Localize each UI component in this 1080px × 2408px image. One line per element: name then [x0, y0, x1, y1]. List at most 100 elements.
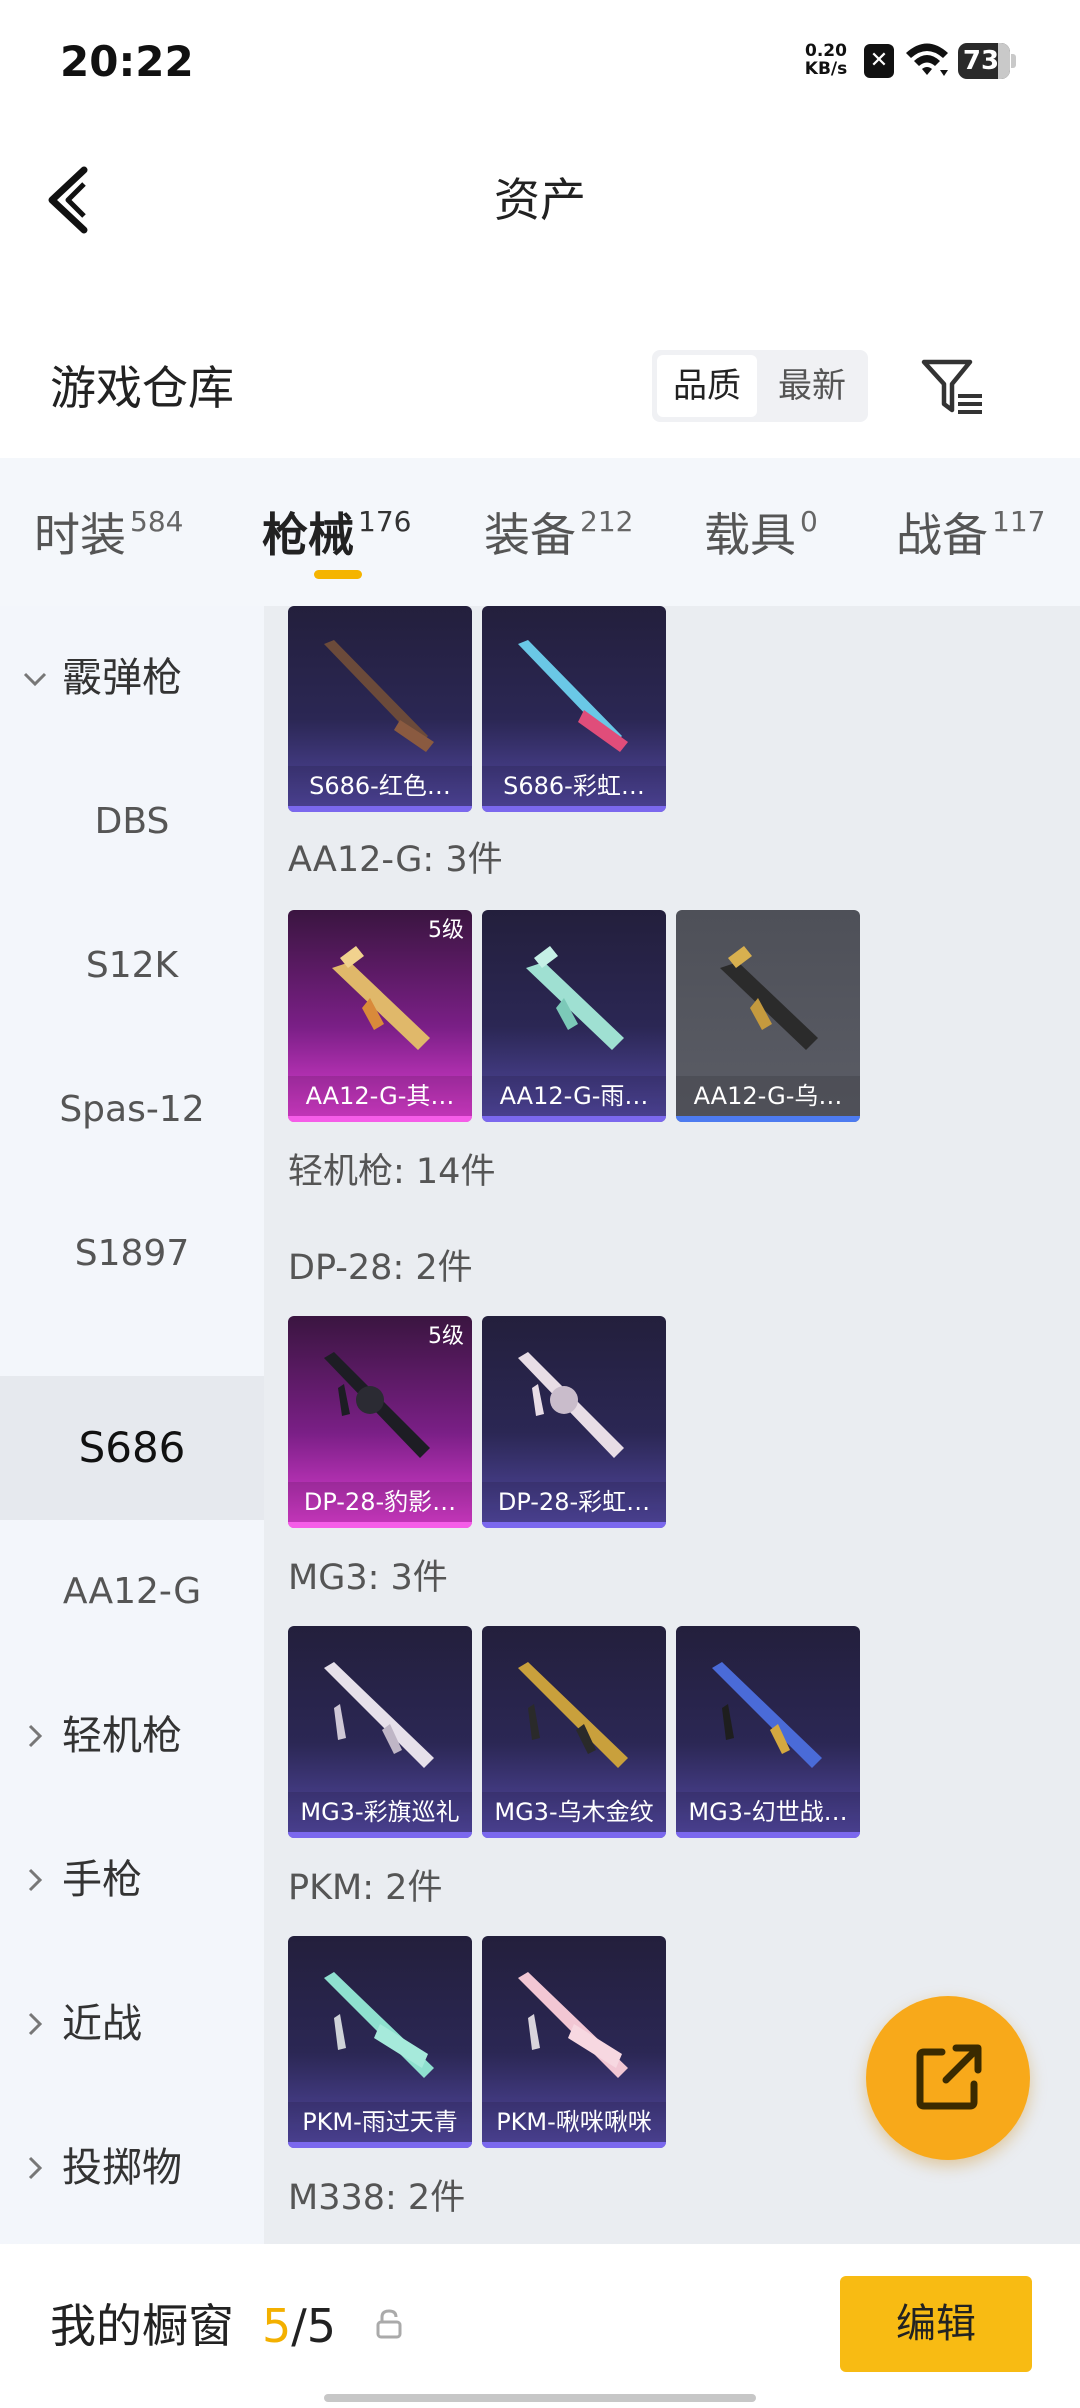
active-tab-indicator [314, 570, 362, 579]
sidebar-item-label: AA12-G [62, 1571, 202, 1612]
shotgun-image [518, 640, 628, 752]
machine-gun-image [518, 1972, 628, 2078]
skin-card[interactable]: DP-28-彩虹… [482, 1316, 666, 1528]
tab-vehicles[interactable]: 载具 0 [704, 500, 818, 570]
skin-card[interactable]: PKM-啾咪啾咪 [482, 1936, 666, 2148]
sidebar-item-label: 手枪 [62, 1857, 142, 1903]
machine-gun-image [324, 1972, 434, 2078]
machine-gun-image [712, 1662, 822, 1768]
filter-icon[interactable] [920, 356, 986, 418]
skin-card[interactable]: S686-彩虹… [482, 606, 666, 812]
sidebar-item-throwables[interactable]: 投掷物 [0, 2096, 264, 2240]
sort-quality-button[interactable]: 品质 [657, 355, 757, 417]
sidebar-item-label: 霰弹枪 [62, 655, 182, 701]
section-title: 游戏仓库 [50, 361, 234, 415]
battery-level: 73 [962, 46, 1000, 76]
skin-card[interactable]: MG3-幻世战… [676, 1626, 860, 1838]
rifle-image [332, 946, 430, 1050]
sidebar-item-label: DBS [94, 801, 170, 842]
chevron-right-icon [28, 2012, 43, 2036]
page-title: 资产 [494, 173, 586, 227]
tab-gear[interactable]: 战备 117 [896, 500, 1045, 570]
wifi-icon [906, 43, 948, 76]
sidebar-item-lmg[interactable]: 轻机枪 [0, 1664, 264, 1808]
sidebar-item-spas12[interactable]: Spas-12 [0, 1038, 264, 1182]
tab-label: 载具 [704, 508, 796, 562]
skin-name: PKM-啾咪啾咪 [482, 2102, 666, 2142]
share-button[interactable] [866, 1996, 1030, 2160]
skin-card[interactable]: 5级 AA12-G-其… [288, 910, 472, 1122]
network-speed-value: 0.20 [805, 41, 847, 61]
skin-name: AA12-G-雨… [482, 1076, 666, 1116]
shotgun-image [324, 640, 434, 752]
tab-count: 584 [130, 505, 184, 538]
sidebar-item-s12k[interactable]: S12K [0, 894, 264, 1038]
skin-name: DP-28-豹影… [288, 1482, 472, 1522]
showcase-label: 我的橱窗 [50, 2299, 234, 2353]
group-header: PKM: 2件 [288, 1868, 443, 1908]
skin-name: S686-红色… [288, 766, 472, 806]
sidebar-item-label: 轻机枪 [62, 1713, 182, 1759]
notification-x-icon: ✕ [864, 44, 894, 78]
machine-gun-image [518, 1352, 624, 1458]
skin-card[interactable]: AA12-G-雨… [482, 910, 666, 1122]
network-speed-unit: KB/s [804, 59, 848, 79]
skin-card[interactable]: MG3-乌木金纹 [482, 1626, 666, 1838]
sidebar-item-label: 近战 [62, 2001, 142, 2047]
category-tab-bar: 时装 584 枪械 176 装备 212 载具 0 战备 117 [0, 458, 1080, 606]
sidebar-item-label: S1897 [74, 1233, 190, 1274]
tab-label: 装备 [484, 508, 576, 562]
sidebar-item-melee[interactable]: 近战 [0, 1952, 264, 2096]
showcase-count: 5/5 [262, 2296, 336, 2356]
chevron-down-icon [23, 672, 47, 687]
skin-name: DP-28-彩虹… [482, 1482, 666, 1522]
machine-gun-image [324, 1662, 434, 1768]
group-header: MG3: 3件 [288, 1558, 448, 1598]
machine-gun-image [518, 1662, 628, 1768]
tab-firearms[interactable]: 枪械 176 [262, 500, 411, 570]
skin-card[interactable]: PKM-雨过天青 [288, 1936, 472, 2148]
lock-icon [376, 2309, 402, 2339]
skin-card[interactable]: S686-红色… [288, 606, 472, 812]
sidebar-item-label: 投掷物 [62, 2145, 182, 2191]
sidebar-item-s1897[interactable]: S1897 [0, 1182, 264, 1326]
showcase-separator: / [291, 2299, 307, 2353]
sidebar-item-pistol[interactable]: 手枪 [0, 1808, 264, 1952]
share-icon [916, 2044, 982, 2110]
home-indicator[interactable] [324, 2394, 756, 2402]
group-header: AA12-G: 3件 [288, 840, 503, 880]
status-time: 20:22 [60, 37, 194, 86]
battery-icon: 73 [958, 43, 1018, 79]
edit-button[interactable]: 编辑 [840, 2276, 1032, 2372]
skin-name: AA12-G-乌… [676, 1076, 860, 1116]
tab-label: 枪械 [262, 508, 354, 562]
group-header: 轻机枪: 14件 [288, 1152, 496, 1192]
sidebar-item-label: S12K [85, 945, 179, 986]
sidebar-item-label: S686 [78, 1423, 186, 1472]
sort-toggle: 品质 最新 [652, 350, 868, 422]
sidebar-item-s686[interactable]: S686 [0, 1376, 264, 1520]
tab-fashion[interactable]: 时装 584 [34, 500, 183, 570]
sidebar-item-aa12g[interactable]: AA12-G [0, 1520, 264, 1664]
weapon-type-sidebar: 霰弹枪 DBS S12K Spas-12 S1897 S686 AA12-G 轻… [0, 606, 264, 2244]
sort-newest-button[interactable]: 最新 [762, 355, 862, 417]
tab-count: 117 [992, 505, 1046, 538]
machine-gun-image [324, 1352, 430, 1458]
skin-card[interactable]: MG3-彩旗巡礼 [288, 1626, 472, 1838]
sidebar-item-shotgun[interactable]: 霰弹枪 [0, 606, 264, 750]
rifle-image [526, 946, 624, 1050]
group-header: DP-28: 2件 [288, 1248, 473, 1288]
showcase-current: 5 [262, 2299, 292, 2353]
sidebar-item-dbs[interactable]: DBS [0, 750, 264, 894]
app-root: 20:22 0.20 KB/s ✕ 73 资产 游戏仓库 品质 最新 时装 584… [0, 0, 1080, 2408]
skin-card[interactable]: AA12-G-乌… [676, 910, 860, 1122]
skin-name: AA12-G-其… [288, 1076, 472, 1116]
skin-card[interactable]: 5级 DP-28-豹影… [288, 1316, 472, 1528]
tab-count: 176 [358, 505, 412, 538]
chevron-right-icon [28, 1724, 43, 1748]
tab-equipment[interactable]: 装备 212 [484, 500, 633, 570]
tab-label: 时装 [34, 508, 126, 562]
skin-name: S686-彩虹… [482, 766, 666, 806]
rifle-image [720, 946, 818, 1050]
tab-label: 战备 [896, 508, 988, 562]
